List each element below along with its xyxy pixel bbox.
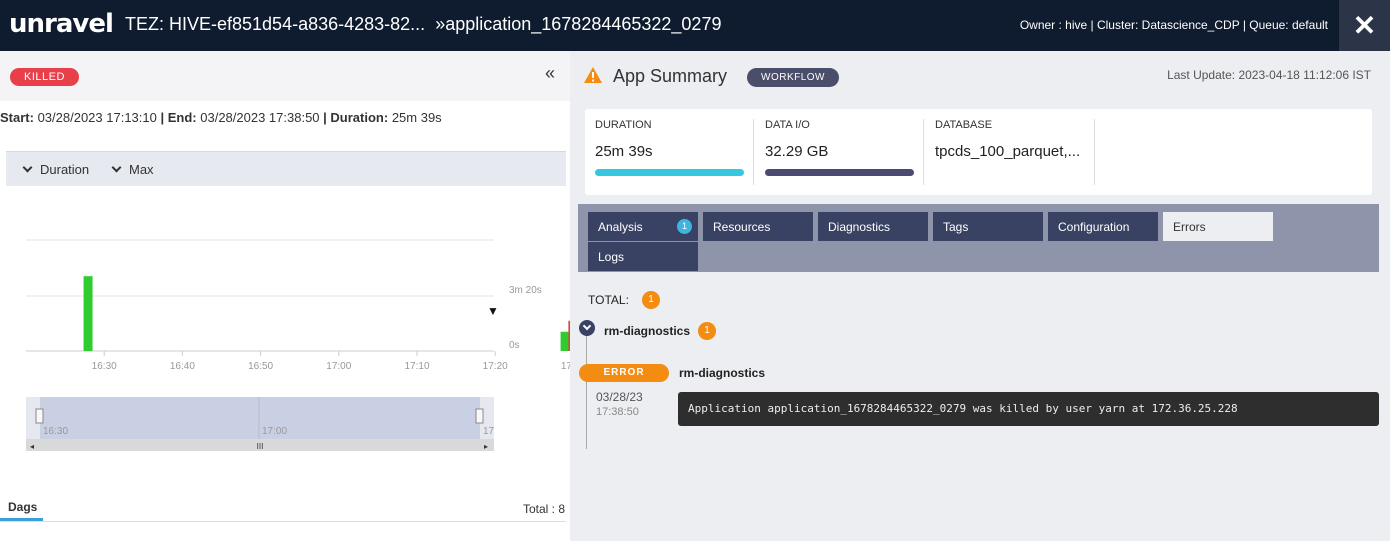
- left-panel-header: KILLED «: [0, 51, 570, 101]
- x-axis-ticks: 16:30 16:40 16:50 17:00 17:10 17:20 17:30: [92, 351, 570, 372]
- chart-filter-bar: Duration Max: [6, 151, 566, 186]
- duration-label: Duration:: [330, 110, 389, 125]
- summary-stats: DURATION 25m 39s DATA I/O 32.29 GB DATAB…: [585, 109, 1372, 195]
- close-button[interactable]: ✕: [1339, 0, 1390, 51]
- duration-chart: 16:30 16:40 16:50 17:00 17:10 17:20 17:30 3m 2…: [26, 239, 570, 372]
- x-tick-label: 16:30: [92, 361, 117, 372]
- timeline-left-handle[interactable]: [35, 408, 44, 424]
- error-date: 03/28/23: [596, 390, 643, 404]
- end-label: End:: [167, 110, 197, 125]
- collapse-panel-icon[interactable]: «: [545, 63, 555, 84]
- error-tree-line: [586, 331, 587, 449]
- tab-diagnostics[interactable]: Diagnostics: [818, 212, 928, 241]
- page-title: App Summary: [613, 66, 728, 86]
- owner-cluster-queue: Owner : hive | Cluster: Datascience_CDP …: [1019, 18, 1328, 32]
- x-tick-label: 16:40: [170, 361, 195, 372]
- breadcrumb-application-id[interactable]: »application_1678284465322_0279: [435, 14, 721, 34]
- current-marker-icon: ▼: [487, 304, 499, 318]
- tab-errors[interactable]: Errors: [1163, 212, 1273, 241]
- errors-total-label: TOTAL:: [588, 293, 629, 307]
- y-tick-label: 0s: [509, 340, 520, 351]
- stat-label: DATABASE: [935, 119, 993, 131]
- top-bar: unravel TEZ: HIVE-ef851d54-a836-4283-82.…: [0, 0, 1390, 51]
- tab-tags[interactable]: Tags: [933, 212, 1043, 241]
- dags-total: Total : 8: [523, 502, 566, 516]
- chart-bar[interactable]: [83, 276, 93, 351]
- error-message: Application application_1678284465322_02…: [678, 392, 1379, 426]
- tab-analysis[interactable]: Analysis 1: [588, 212, 698, 241]
- metric-dropdown-label: Duration: [40, 162, 90, 177]
- duration-value: 25m 39s: [391, 110, 442, 125]
- workflow-badge: WORKFLOW: [747, 68, 839, 87]
- overview-tick-label: 17:00: [262, 426, 287, 437]
- right-panel: App Summary WORKFLOW Last Update: 2023-0…: [570, 51, 1390, 541]
- stat-label: DATA I/O: [765, 119, 810, 131]
- scroll-right-icon[interactable]: ▸: [484, 442, 488, 451]
- tab-configuration[interactable]: Configuration: [1048, 212, 1158, 241]
- tab-resources[interactable]: Resources: [703, 212, 813, 241]
- aggregation-dropdown[interactable]: Max: [111, 162, 154, 177]
- tab-count-badge: 1: [677, 219, 692, 234]
- chart-bar[interactable]: [560, 331, 570, 351]
- stat-value: 32.29 GB: [765, 143, 829, 160]
- overview-tick-label: 16:30: [43, 426, 68, 437]
- warning-icon: [584, 67, 602, 83]
- errors-total-count: 1: [642, 291, 660, 309]
- divider: [1094, 119, 1095, 185]
- error-group-count: 1: [698, 322, 716, 340]
- time-range: Start: 03/28/2023 17:13:10 | End: 03/28/…: [0, 110, 442, 125]
- tab-label: Analysis: [598, 220, 643, 234]
- tab-dags[interactable]: Dags: [8, 500, 37, 514]
- scroll-left-icon[interactable]: ◂: [30, 442, 34, 451]
- start-value: 03/28/2023 17:13:10: [37, 110, 157, 125]
- overview-tick-label: 17:30: [483, 426, 494, 437]
- summary-tabs: Analysis 1 Resources Diagnostics Tags Co…: [578, 204, 1379, 272]
- timeline-right-handle[interactable]: [475, 408, 484, 424]
- metric-dropdown[interactable]: Duration: [22, 162, 90, 177]
- error-level-badge: ERROR: [579, 364, 669, 382]
- x-tick-label: 17:10: [404, 361, 429, 372]
- chevron-down-icon: [22, 162, 33, 173]
- x-tick-label: 16:50: [248, 361, 273, 372]
- chevron-down-icon: [111, 162, 122, 173]
- collapse-group-icon[interactable]: [579, 320, 595, 336]
- app-title: TEZ: HIVE-ef851d54-a836-4283-82... »appli…: [125, 14, 721, 35]
- aggregation-dropdown-label: Max: [129, 162, 154, 177]
- data-io-bar: [765, 169, 914, 176]
- divider: [753, 119, 754, 185]
- unravel-logo[interactable]: unravel: [9, 9, 114, 39]
- timeline-overview[interactable]: 16:30 17:00 17:30 ◂ ▸ III: [26, 397, 494, 452]
- stat-value: tpcds_100_parquet,...: [935, 143, 1081, 160]
- app-name: TEZ: HIVE-ef851d54-a836-4283-82...: [125, 14, 426, 34]
- scroll-thumb[interactable]: III: [257, 442, 264, 451]
- x-tick-label: 17:30: [561, 361, 570, 372]
- status-badge: KILLED: [10, 68, 79, 86]
- error-group-name[interactable]: rm-diagnostics: [604, 324, 690, 338]
- x-tick-label: 17:20: [483, 361, 508, 372]
- stat-value: 25m 39s: [595, 143, 653, 160]
- error-source: rm-diagnostics: [679, 366, 766, 380]
- left-panel: KILLED « Start: 03/28/2023 17:13:10 | En…: [0, 51, 570, 541]
- stat-label: DURATION: [595, 119, 652, 131]
- duration-bar: [595, 169, 744, 176]
- tab-logs[interactable]: Logs: [588, 242, 698, 271]
- divider: [0, 521, 566, 522]
- divider: [923, 119, 924, 185]
- error-time: 17:38:50: [596, 406, 639, 418]
- y-tick-label: 3m 20s: [509, 285, 542, 296]
- start-label: Start:: [0, 110, 34, 125]
- x-tick-label: 17:00: [326, 361, 351, 372]
- timeline-selection[interactable]: [40, 397, 480, 439]
- stat-database[interactable]: DATABASE tpcds_100_parquet,...: [935, 119, 1080, 185]
- last-update: Last Update: 2023-04-18 11:12:06 IST: [1167, 68, 1371, 82]
- end-value: 03/28/2023 17:38:50: [200, 110, 320, 125]
